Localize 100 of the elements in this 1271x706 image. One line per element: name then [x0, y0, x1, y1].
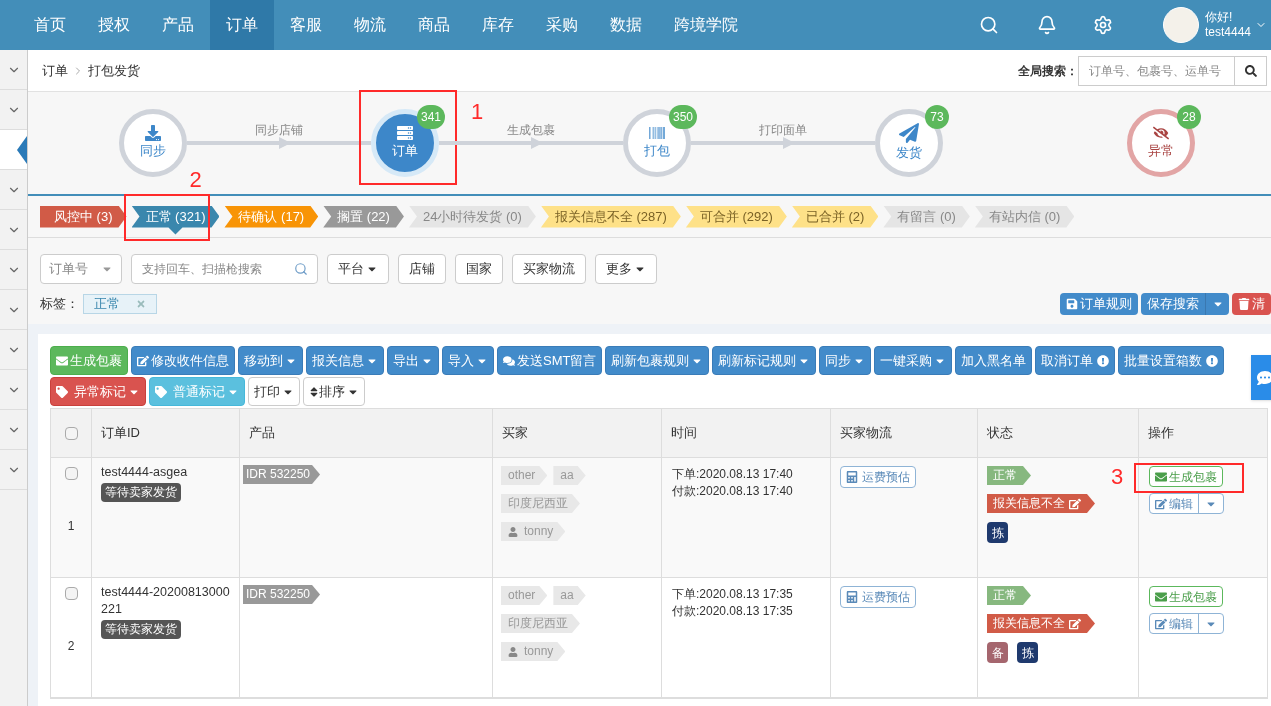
toolbar-button[interactable]: 刷新包裹规则	[605, 346, 710, 375]
action-button[interactable]: 清	[1232, 293, 1271, 315]
create-package-button[interactable]: 生成包裹	[1149, 466, 1223, 487]
search-icon[interactable]	[978, 15, 999, 35]
toolbar-button[interactable]: 排序	[303, 377, 365, 406]
tag-chip[interactable]: 正常	[83, 294, 157, 314]
calculator-icon	[846, 591, 858, 603]
tag-icon	[155, 385, 167, 398]
annotation-number: 3	[1111, 466, 1124, 488]
toolbar-button[interactable]: 加入黑名单	[955, 346, 1033, 375]
nav-item[interactable]: 数据	[594, 0, 658, 50]
count-badge: 28	[1177, 105, 1201, 129]
edit-icon[interactable]	[1069, 497, 1081, 510]
nav-item[interactable]: 物流	[338, 0, 402, 50]
breadcrumb-link[interactable]: 订单	[42, 60, 68, 81]
toolbar-button[interactable]: 批量设置箱数	[1118, 346, 1225, 375]
column-header: 状态	[978, 409, 1139, 457]
column-header: 时间	[662, 409, 831, 457]
nav-item[interactable]: 跨境学院	[658, 0, 754, 50]
search-button[interactable]	[1235, 55, 1267, 86]
annotation-number: 1	[471, 101, 484, 123]
toolbar-button[interactable]: 异常标记	[50, 377, 146, 406]
sidebar-item[interactable]	[0, 130, 27, 170]
download-icon	[145, 125, 161, 142]
order-id[interactable]: test4444-20200813000221	[101, 584, 230, 618]
freight-estimate-button[interactable]: 运费预估	[840, 586, 916, 608]
edit-split-button[interactable]: 编辑	[1149, 493, 1224, 514]
connector-label: 同步店铺	[255, 122, 303, 139]
bell-icon[interactable]	[1036, 15, 1057, 35]
edit-split-button[interactable]: 编辑	[1149, 613, 1224, 634]
toolbar-button[interactable]: 修改收件信息	[131, 346, 235, 375]
row-number: 2	[67, 638, 75, 655]
avatar[interactable]	[1162, 7, 1199, 43]
filter-button[interactable]: 国家	[455, 254, 503, 284]
edit-icon	[1155, 617, 1167, 630]
toolbar-button[interactable]: 生成包裹	[50, 346, 128, 375]
envelope-icon	[1155, 590, 1167, 603]
count-badge: 341	[416, 105, 445, 129]
time-text: 付款:2020.08.13 17:40	[672, 483, 794, 500]
split-button[interactable]: 保存搜索	[1141, 293, 1229, 315]
toolbar-button[interactable]: 导入	[442, 346, 494, 375]
time-text: 下单:2020.08.13 17:35	[672, 586, 794, 603]
toolbar-button[interactable]: 导出	[387, 346, 439, 375]
toolbar-button[interactable]: 同步	[819, 346, 872, 375]
nav-item[interactable]: 商品	[402, 0, 466, 50]
button-label[interactable]: 保存搜索	[1141, 293, 1205, 315]
nav-item[interactable]: 订单	[210, 0, 274, 50]
toolbar-button[interactable]: 一键采购	[874, 346, 953, 375]
nav-item[interactable]: 库存	[466, 0, 530, 50]
sort-icon	[309, 385, 319, 398]
toolbar-button[interactable]: 取消订单	[1035, 346, 1116, 375]
nav-item[interactable]: 授权	[82, 0, 146, 50]
nav-item[interactable]: 采购	[530, 0, 594, 50]
global-search-label: 全局搜索：	[1018, 62, 1078, 80]
paper-plane-icon	[899, 123, 919, 144]
filter-button[interactable]: 买家物流	[512, 254, 586, 284]
filter-button[interactable]: 店铺	[398, 254, 446, 284]
toolbar-button[interactable]: 打印	[248, 377, 300, 406]
toolbar-button[interactable]: 刷新标记规则	[712, 346, 817, 375]
toolbar-button[interactable]: 普通标记	[149, 377, 245, 406]
nav-item[interactable]: 客服	[274, 0, 338, 50]
time-text: 下单:2020.08.13 17:40	[672, 466, 794, 483]
count-badge: 350	[668, 105, 697, 129]
toolbar-button[interactable]: 发送SMT留言	[497, 346, 603, 375]
nav-item[interactable]: 产品	[146, 0, 210, 50]
edit-icon	[137, 354, 149, 367]
toolbar-button[interactable]: 报关信息	[306, 346, 384, 375]
create-package-button[interactable]: 生成包裹	[1149, 586, 1223, 607]
settings-icon[interactable]	[1092, 15, 1113, 35]
connector-label: 生成包裹	[507, 122, 555, 139]
column-header: 买家物流	[831, 409, 978, 457]
filter-button[interactable]: 平台	[327, 254, 389, 284]
freight-estimate-button[interactable]: 运费预估	[840, 466, 916, 488]
flow-step-label: 异常	[1148, 142, 1174, 161]
checkbox[interactable]	[64, 426, 78, 440]
action-button[interactable]: 订单规则	[1060, 293, 1138, 315]
order-id[interactable]: test4444-asgea	[101, 464, 188, 481]
nav-item[interactable]: 首页	[18, 0, 82, 50]
toolbar-button[interactable]: 移动到	[238, 346, 303, 375]
greeting: 你好!	[1204, 10, 1234, 25]
edit-icon[interactable]	[1069, 617, 1081, 630]
flow-step[interactable]: 同步	[119, 109, 187, 177]
search-icon	[294, 262, 308, 276]
checkbox[interactable]	[64, 467, 78, 480]
filter-button[interactable]: 更多	[595, 254, 657, 284]
info-icon	[1206, 354, 1219, 367]
field-select[interactable]: 订单号	[40, 254, 122, 284]
select-value: 订单号	[49, 260, 88, 279]
checkbox[interactable]	[64, 587, 78, 600]
close-icon[interactable]	[136, 299, 146, 309]
status-tab[interactable]: 正常 (321)	[131, 205, 220, 235]
barcode-icon	[649, 125, 665, 142]
status-tag: 报关信息不全	[987, 614, 1095, 633]
active-marker-icon	[17, 135, 27, 164]
flow-step-label: 打包	[644, 142, 670, 161]
search-field[interactable]: 支持回车、扫描枪搜索	[131, 254, 318, 284]
calculator-icon	[846, 471, 858, 483]
global-search-field[interactable]: 订单号、包裹号、运单号	[1078, 55, 1235, 86]
edit-icon	[1155, 497, 1167, 510]
buyer-tag: tonny	[501, 522, 566, 541]
